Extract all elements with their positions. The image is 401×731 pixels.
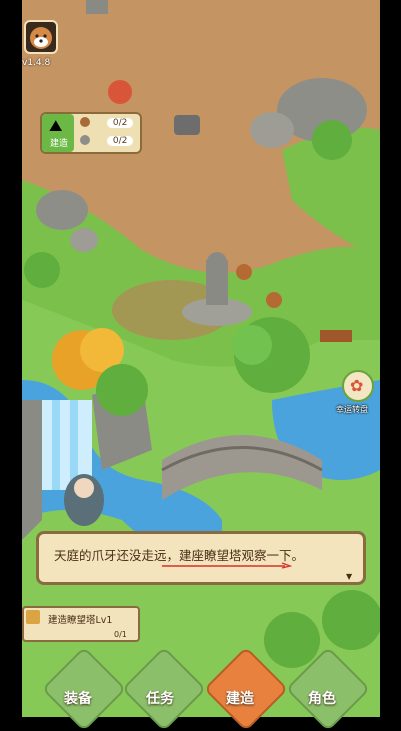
bottom-nav: 装备 任务 建造 角色 (22, 646, 380, 731)
player-avatar[interactable] (24, 20, 58, 54)
stone-icon (80, 135, 90, 145)
red-underline-annotation (162, 562, 293, 569)
resource-row-stone: 0/2 (80, 135, 134, 146)
wood-log-icon (80, 117, 90, 127)
wheel-icon: ✿ (350, 376, 364, 395)
dog-face-icon (30, 27, 52, 49)
dialog-next-icon: ▼ (346, 572, 353, 581)
tower-icon: ⛰ (49, 116, 63, 135)
wood-count: 0/2 (106, 117, 134, 128)
lucky-wheel-label: 幸运转盘 (336, 405, 368, 414)
build-label: 建造 (49, 139, 68, 149)
nav-character-label: 角色 (308, 691, 336, 707)
resource-row-wood: 0/2 (80, 117, 134, 128)
stone-count: 0/2 (106, 135, 134, 146)
version-label: v1.4.8 (22, 58, 51, 68)
lucky-wheel-button[interactable]: ✿ (342, 370, 374, 402)
quest-progress: 0/1 (114, 630, 127, 639)
right-letterbox (380, 0, 401, 717)
nav-quest-label: 任务 (146, 691, 174, 707)
nav-equipment-label: 装备 (64, 691, 92, 707)
quest-scroll-icon (26, 610, 40, 624)
left-letterbox (0, 0, 22, 717)
nav-build-label: 建造 (226, 691, 254, 707)
quest-title: 建造瞭望塔Lv1 (48, 615, 113, 626)
